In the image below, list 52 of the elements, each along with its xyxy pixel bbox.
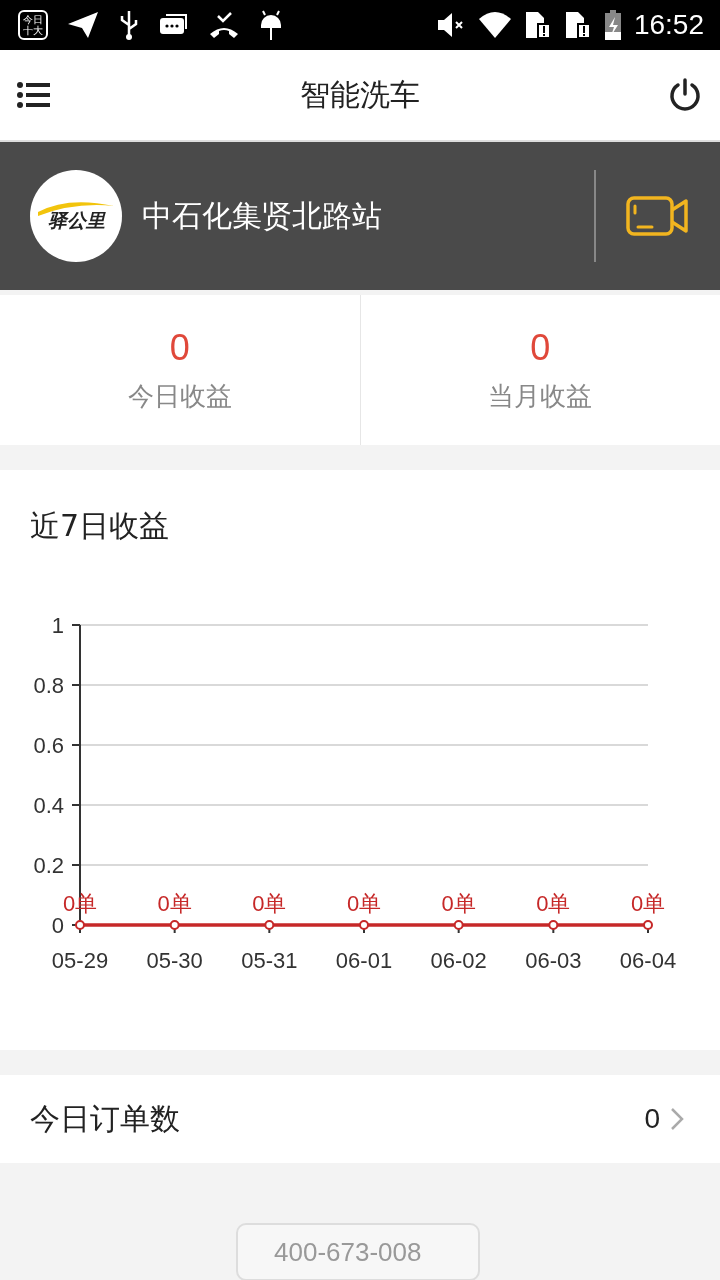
y-tick-label: 0.2	[33, 853, 64, 878]
station-name: 中石化集贤北路站	[142, 196, 383, 235]
menu-icon[interactable]	[17, 81, 51, 109]
orders-label: 今日订单数	[30, 1099, 181, 1138]
chevron-right-icon	[670, 1107, 684, 1131]
app-badge: 今日 十大	[18, 10, 48, 40]
logo-text: 驿公里	[47, 208, 105, 233]
earnings-value: 0	[169, 326, 190, 369]
earnings-value: 0	[530, 326, 551, 369]
usb-icon	[118, 9, 140, 41]
power-icon[interactable]	[668, 78, 702, 112]
y-tick-label: 0	[51, 913, 64, 938]
x-tick-label: 05-31	[241, 948, 298, 973]
y-tick-label: 1	[51, 613, 64, 638]
paper-plane-icon	[66, 10, 100, 40]
data-point	[264, 920, 275, 930]
data-label: 0单	[157, 891, 192, 916]
x-tick-label: 06-03	[525, 948, 582, 973]
data-label: 0单	[630, 891, 666, 916]
orders-row[interactable]: 今日订单数 0	[0, 1075, 720, 1163]
data-label: 0单	[346, 891, 382, 916]
sim-alert-icon	[523, 10, 552, 40]
missed-call-icon	[208, 10, 240, 40]
data-point	[548, 920, 559, 930]
chart-title: 近7日收益	[29, 507, 171, 545]
earnings-label: 当月收益	[488, 379, 593, 413]
video-camera-icon[interactable]	[626, 194, 690, 238]
sim-alert-icon	[563, 10, 592, 40]
app-title: 智能洗车	[299, 75, 420, 114]
x-tick-label: 06-01	[335, 948, 393, 973]
clock-time: 16:52	[633, 9, 704, 41]
y-tick-label: 0.6	[33, 733, 64, 758]
wifi-icon	[477, 11, 512, 39]
data-point	[643, 920, 653, 930]
x-tick-label: 05-30	[146, 948, 203, 973]
muted-speaker-icon	[435, 11, 466, 39]
battery-charging-icon	[603, 10, 622, 40]
data-label: 0单	[441, 891, 476, 916]
data-point	[75, 920, 85, 930]
android-icon	[258, 9, 284, 41]
orders-value: 0	[644, 1103, 660, 1135]
data-label: 0单	[252, 891, 287, 916]
data-point	[453, 920, 464, 930]
earnings-label: 今日收益	[127, 379, 232, 413]
data-point	[169, 920, 180, 930]
x-tick-label: 06-02	[430, 948, 487, 973]
data-label: 0单	[536, 891, 571, 916]
x-tick-label: 05-29	[51, 948, 109, 973]
y-tick-label: 0.8	[33, 673, 64, 698]
data-point	[359, 920, 369, 930]
x-tick-label: 06-04	[619, 948, 677, 973]
y-tick-label: 0.4	[33, 793, 64, 818]
